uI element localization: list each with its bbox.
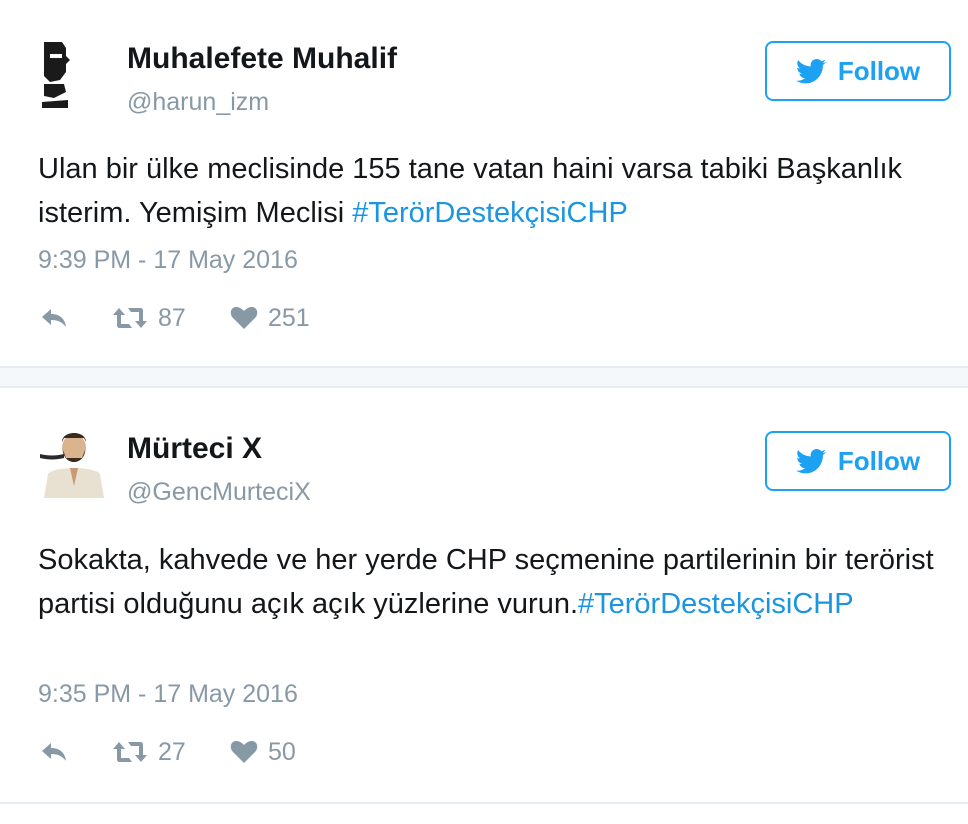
avatar-image (36, 36, 108, 108)
retweet-button[interactable]: 27 (112, 738, 230, 767)
reply-button[interactable] (40, 307, 112, 329)
twitter-bird-icon (795, 58, 826, 83)
like-button[interactable]: 50 (230, 738, 296, 767)
avatar-image (36, 426, 108, 498)
tweet-card: Muhalefete Muhalif @harun_izm Follow Ula… (0, 0, 968, 366)
tweet-text: Ulan bir ülke meclisinde 155 tane vatan … (38, 147, 938, 235)
follow-label: Follow (837, 55, 921, 86)
retweet-icon (113, 742, 147, 762)
like-count: 251 (268, 303, 310, 332)
follow-label: Follow (837, 445, 921, 476)
tweet-actions: 87 251 (40, 300, 310, 336)
tweet-timestamp[interactable]: 9:39 PM - 17 May 2016 (38, 246, 298, 275)
reply-arrow-icon (42, 309, 66, 327)
display-name[interactable]: Muhalefete Muhalif (127, 42, 397, 76)
reply-arrow-icon (42, 743, 66, 761)
tweet-gap (0, 368, 968, 386)
tweet-actions: 27 50 (40, 734, 296, 770)
user-handle[interactable]: @harun_izm (127, 88, 269, 117)
follow-button[interactable]: Follow (765, 431, 951, 491)
tweet-divider (0, 802, 968, 804)
retweet-count: 87 (158, 303, 186, 332)
display-name[interactable]: Mürteci X (127, 432, 262, 466)
tweet-card: Mürteci X @GencMurteciX Follow Sokakta, … (0, 388, 968, 804)
user-handle[interactable]: @GencMurteciX (127, 478, 311, 507)
avatar[interactable] (36, 426, 108, 498)
retweet-count: 27 (158, 737, 186, 766)
hashtag-link[interactable]: #TerörDestekçisiCHP (352, 197, 628, 229)
retweet-button[interactable]: 87 (112, 304, 230, 333)
follow-button[interactable]: Follow (765, 41, 951, 101)
hashtag-link[interactable]: #TerörDestekçisiCHP (578, 588, 854, 620)
reply-button[interactable] (40, 741, 112, 763)
heart-icon (230, 741, 258, 763)
like-button[interactable]: 251 (230, 304, 310, 333)
tweet-timestamp[interactable]: 9:35 PM - 17 May 2016 (38, 680, 298, 709)
twitter-bird-icon (795, 448, 826, 473)
retweet-icon (113, 308, 147, 328)
tweet-text: Sokakta, kahvede ve her yerde CHP seçmen… (38, 538, 938, 626)
heart-icon (230, 307, 258, 329)
avatar[interactable] (36, 36, 108, 108)
like-count: 50 (268, 737, 296, 766)
